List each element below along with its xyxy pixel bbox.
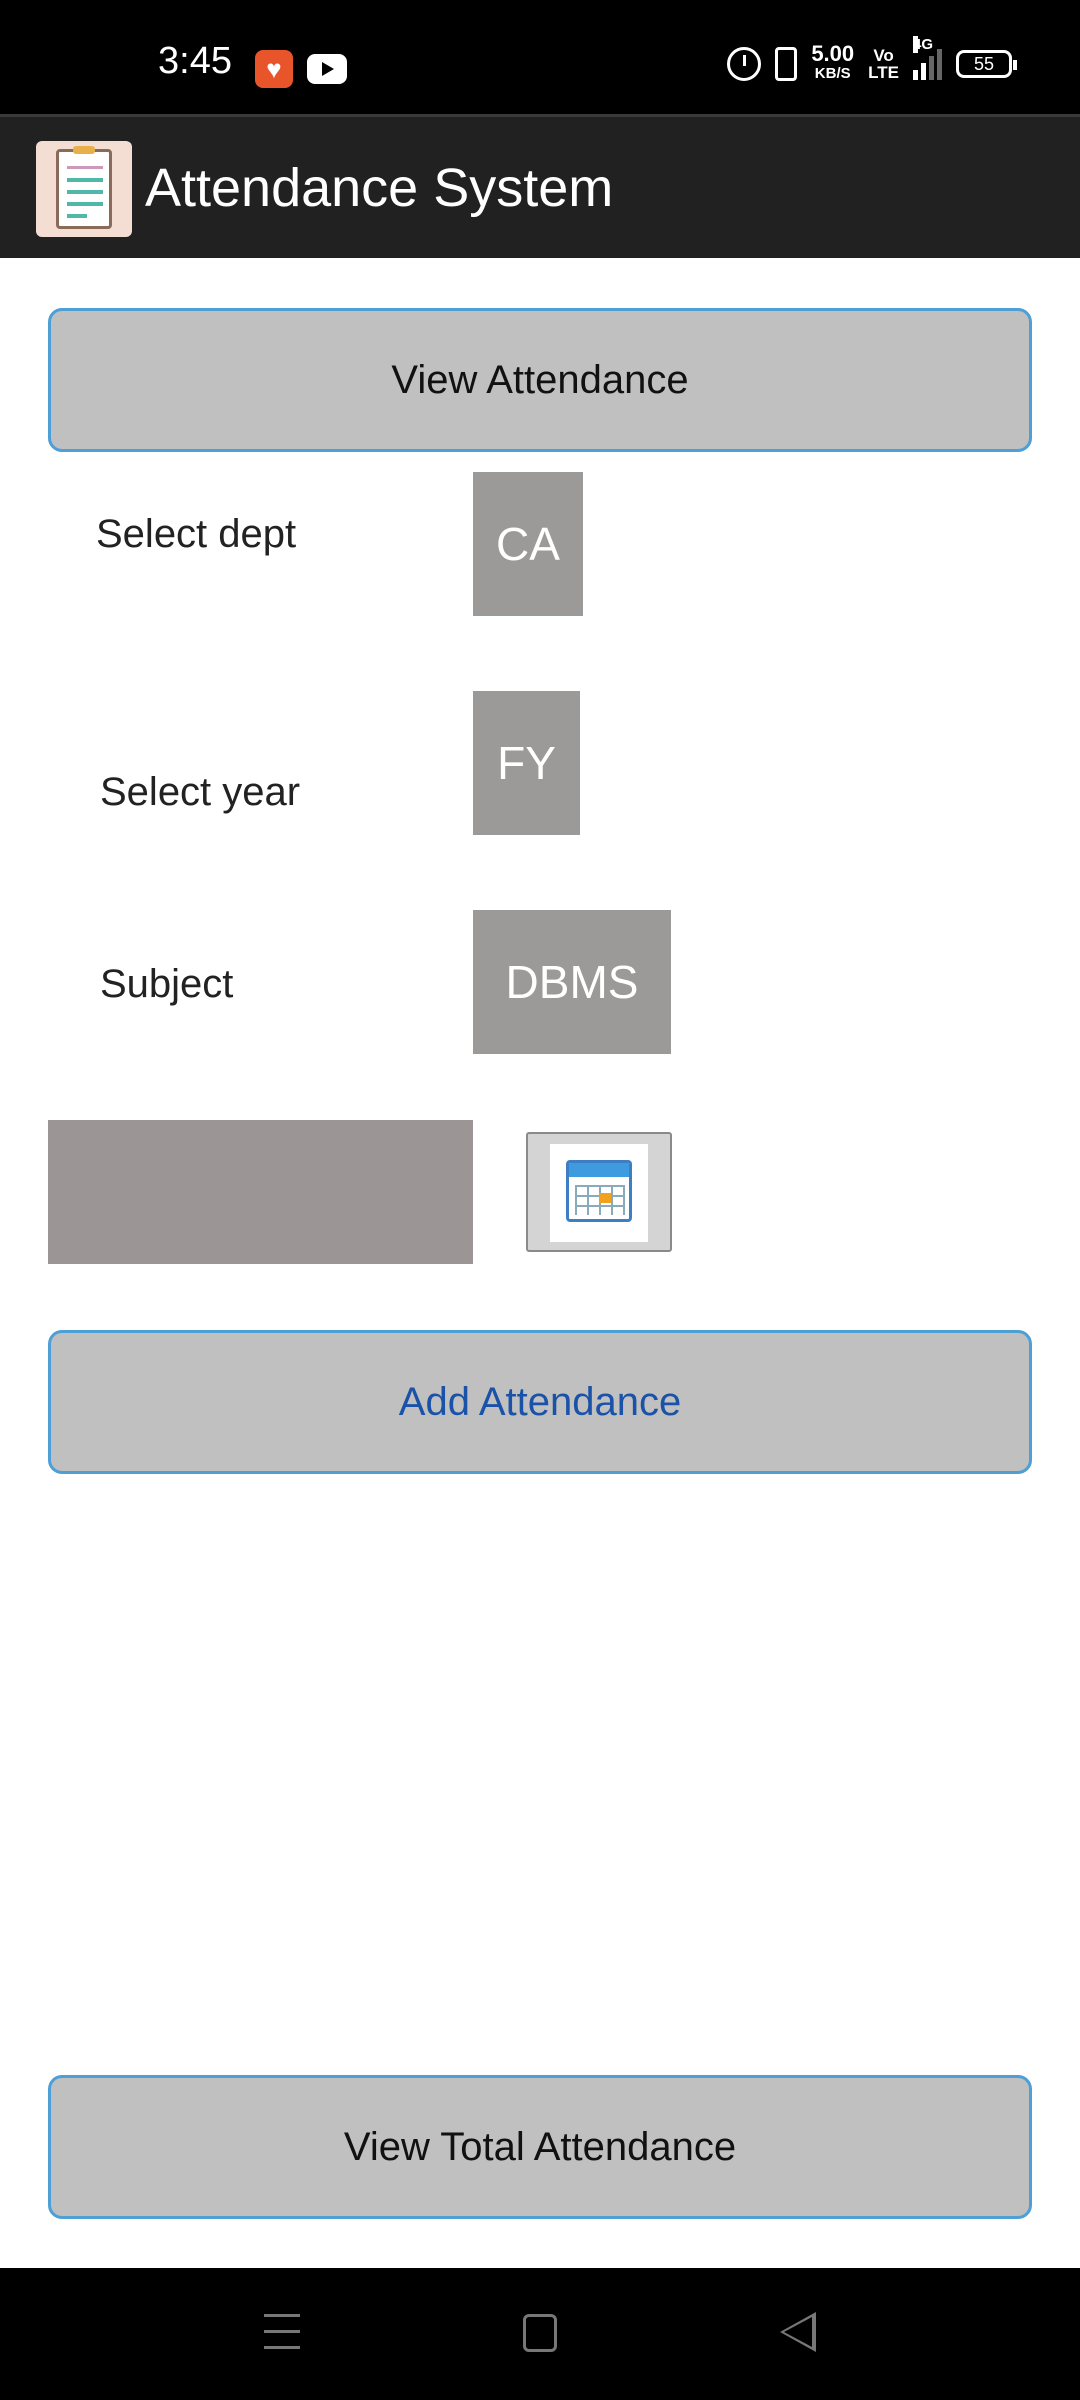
- app-title: Attendance System: [145, 158, 614, 218]
- navigation-bar: [0, 2268, 1080, 2400]
- network-speed-unit: KB/S: [814, 65, 851, 82]
- subject-select[interactable]: DBMS: [473, 910, 671, 1054]
- network-type: 4G: [913, 36, 934, 53]
- year-select[interactable]: FY: [473, 691, 580, 835]
- year-label: Select year: [100, 770, 301, 814]
- system-icons: 5.00 KB/S Vo LTE 4G 55: [727, 36, 1017, 84]
- network-speed: 5.00 KB/S: [811, 41, 855, 84]
- battery-icon: 55: [956, 50, 1017, 78]
- dept-label: Select dept: [96, 512, 297, 556]
- back-icon[interactable]: [780, 2312, 816, 2352]
- vibrate-icon: [775, 47, 798, 81]
- home-icon[interactable]: [523, 2314, 557, 2352]
- calendar-icon: [566, 1160, 632, 1222]
- calendar-button[interactable]: [526, 1132, 672, 1252]
- signal-icon: 4G: [913, 36, 942, 80]
- app-logo: [36, 141, 132, 237]
- view-total-attendance-button[interactable]: View Total Attendance: [48, 2075, 1032, 2219]
- volte-indicator: Vo LTE: [868, 47, 899, 81]
- status-time: 3:45: [158, 40, 232, 82]
- main-content: View Attendance Select dept CA Select ye…: [0, 258, 1080, 2268]
- heart-app-icon: [255, 50, 293, 88]
- youtube-icon: [307, 54, 347, 84]
- network-speed-value: 5.00: [811, 41, 855, 66]
- dept-select[interactable]: CA: [473, 472, 583, 616]
- add-attendance-button[interactable]: Add Attendance: [48, 1330, 1032, 1474]
- alarm-icon: [727, 47, 762, 81]
- date-field[interactable]: [48, 1120, 473, 1264]
- volte-line2: LTE: [868, 63, 899, 82]
- menu-icon[interactable]: [264, 2314, 300, 2350]
- view-attendance-button[interactable]: View Attendance: [48, 308, 1032, 452]
- status-bar: 3:45 5.00 KB/S Vo LTE 4G 55: [0, 0, 1080, 114]
- volte-line1: Vo: [873, 46, 894, 65]
- app-bar: Attendance System: [0, 114, 1080, 258]
- subject-label: Subject: [100, 962, 234, 1006]
